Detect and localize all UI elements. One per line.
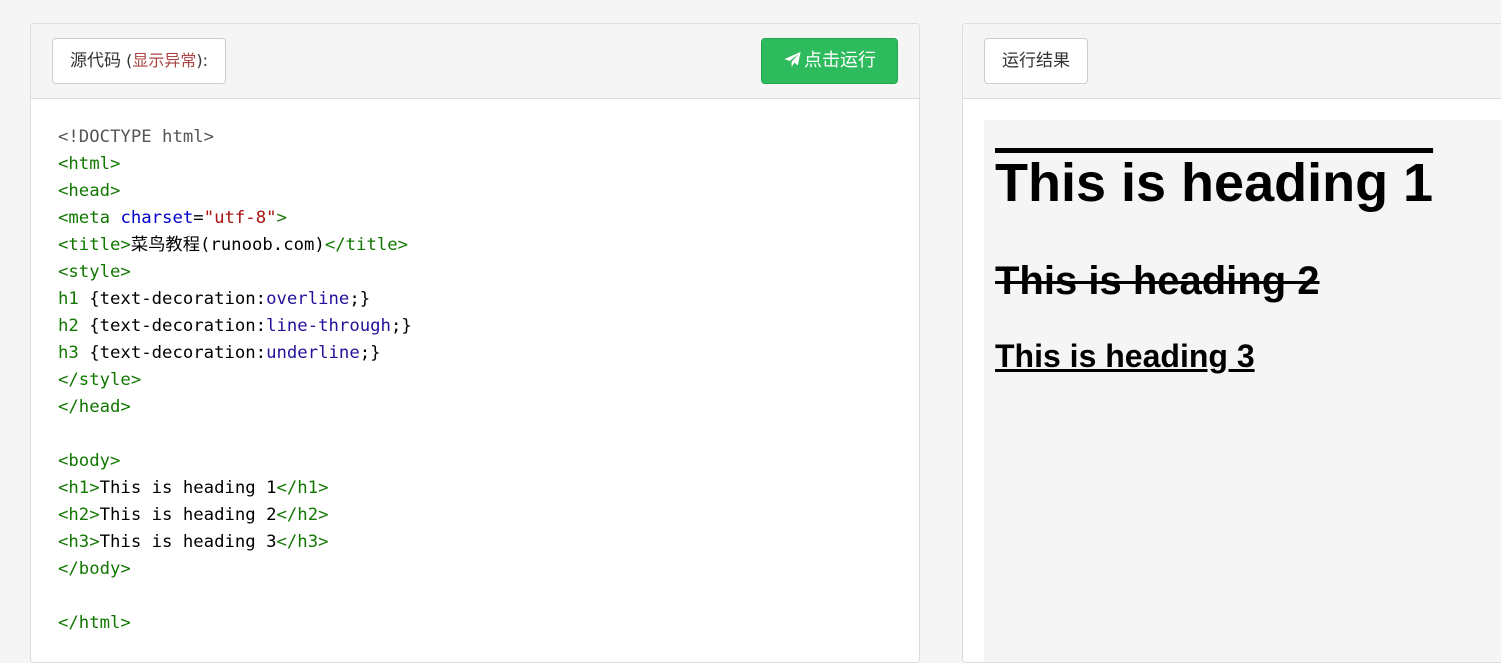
code-line: h1 {text-decoration:overline;} (58, 286, 412, 313)
code-token: h2 (58, 316, 79, 336)
code-line: <body> (58, 448, 412, 475)
code-line: </head> (58, 394, 412, 421)
code-token: = (193, 208, 204, 228)
code-token: <html> (58, 154, 121, 174)
paper-plane-icon (783, 50, 804, 71)
code-token: h1 (58, 289, 79, 309)
code-token: </h1> (276, 478, 329, 498)
result-label: 运行结果 (984, 38, 1088, 84)
code-line: <h2>This is heading 2</h2> (58, 502, 412, 529)
code-line: <h1>This is heading 1</h1> (58, 475, 412, 502)
code-line: </body> (58, 556, 412, 583)
source-code-label: 源代码 (显示异常): (52, 38, 226, 84)
run-button-label: 点击运行 (804, 50, 876, 71)
code-token: overline (266, 289, 350, 309)
code-line: h2 {text-decoration:line-through;} (58, 313, 412, 340)
code-line: <!DOCTYPE html> (58, 124, 412, 151)
code-token: This is heading 1 (99, 478, 277, 498)
source-code-panel: 源代码 (显示异常): 点击运行 <!DOCTYPE html> <html> <h… (30, 23, 920, 663)
code-token: <h2> (58, 505, 100, 525)
code-token: {text-decoration: (78, 343, 267, 363)
code-token: underline (266, 343, 360, 363)
result-heading-3: This is heading 3 (995, 338, 1255, 374)
code-line: h3 {text-decoration:underline;} (58, 340, 412, 367)
code-token: > (276, 208, 287, 228)
code-line: <style> (58, 259, 412, 286)
source-code-header: 源代码 (显示异常): 点击运行 (31, 24, 919, 99)
code-token: {text-decoration: (78, 316, 267, 336)
code-editor[interactable]: <!DOCTYPE html> <html> <head> <meta charset… (58, 124, 412, 637)
result-heading-1: This is heading 1 (995, 153, 1434, 213)
code-token: "utf-8" (203, 208, 277, 228)
code-token: </body> (58, 559, 131, 579)
code-token: {text-decoration: (78, 289, 267, 309)
run-button[interactable]: 点击运行 (761, 38, 898, 84)
code-token: <title> (58, 235, 131, 255)
code-line: <head> (58, 178, 412, 205)
code-token: </html> (58, 613, 131, 633)
code-line: <title>菜鸟教程(runoob.com)</title> (58, 232, 412, 259)
code-token: ;} (349, 289, 371, 309)
paren-close: ): (196, 51, 208, 70)
code-token: This is heading 3 (99, 532, 277, 552)
code-token: <!DOCTYPE html> (58, 127, 215, 147)
code-token: </head> (58, 397, 131, 417)
code-line: <html> (58, 151, 412, 178)
code-token: <style> (58, 262, 131, 282)
code-token: </style> (58, 370, 142, 390)
code-token: This is heading 2 (99, 505, 277, 525)
result-frame: This is heading 1 This is heading 2 This… (984, 120, 1501, 662)
code-token: </h3> (276, 532, 329, 552)
result-panel: 运行结果 This is heading 1 This is heading 2… (962, 23, 1501, 663)
code-token: 菜鸟教程(runoob.com) (130, 235, 325, 255)
code-token: <body> (58, 451, 121, 471)
code-token: line-through (266, 316, 391, 336)
code-line: </html> (58, 610, 412, 637)
result-heading-2: This is heading 2 (995, 259, 1320, 303)
code-token: ;} (359, 343, 381, 363)
code-token: </title> (324, 235, 409, 255)
code-token: <meta (58, 208, 121, 228)
paren-open: ( (121, 51, 133, 70)
code-token: <h3> (58, 532, 100, 552)
code-token: h3 (58, 343, 79, 363)
code-token: charset (120, 208, 194, 228)
source-code-title: 源代码 (70, 51, 121, 71)
result-header: 运行结果 (963, 24, 1501, 99)
code-token: <head> (58, 181, 121, 201)
code-token: <h1> (58, 478, 100, 498)
code-token: </h2> (276, 505, 329, 525)
code-line: <meta charset="utf-8"> (58, 205, 412, 232)
code-token: ;} (390, 316, 412, 336)
code-line: </style> (58, 367, 412, 394)
code-line: <h3>This is heading 3</h3> (58, 529, 412, 556)
show-error-link[interactable]: 显示异常 (132, 51, 196, 70)
